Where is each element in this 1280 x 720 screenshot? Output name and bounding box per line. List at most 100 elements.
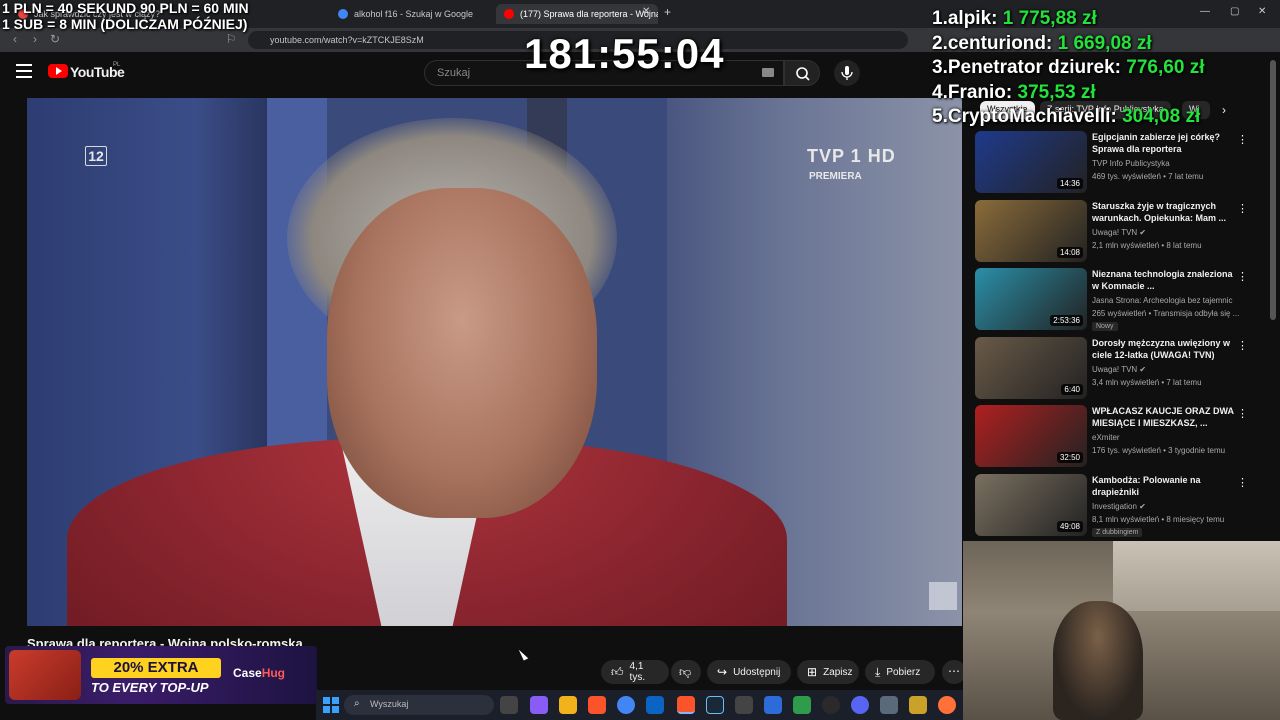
tab-label: (177) Sprawa dla reportera - Wojna polsk… [520,9,658,19]
recommended-channel[interactable]: Uwaga! TVN ✔ [1092,228,1146,237]
pricing-line-1: 1 PLN = 40 SEKUND 90 PLN = 60 MIN [2,0,249,16]
search-button[interactable] [784,60,820,86]
recommended-channel[interactable]: eXmiter [1092,433,1120,442]
settings-gear-icon[interactable] [880,696,898,714]
tvp-logo: TVP 1 HD [807,146,896,166]
ad-extra-label: 20% EXTRA [91,658,221,678]
bookmark-icon[interactable]: ⚐ [224,32,238,46]
youtube-favicon-icon [504,9,514,19]
leaderboard-entry: 4.Franio: 375,53 zł [932,82,1280,107]
more-options-icon[interactable]: ⋮ [1237,407,1248,420]
firefox-icon[interactable] [938,696,956,714]
recommended-title[interactable]: WPŁACASZ KAUCJE ORAZ DWA MIESIĄCE I MIES… [1092,405,1242,429]
recommended-badge: Z dubbingiem [1092,527,1143,537]
more-options-icon[interactable]: ⋮ [1237,270,1248,283]
leaderboard-amount: 304,08 zł [1122,106,1201,127]
recommended-video[interactable]: 6:40 Dorosły mężczyzna uwięziony w ciele … [975,336,1270,401]
recommended-channel[interactable]: Jasna Strona: Archeologia bez tajemnic [1092,296,1233,305]
ad-topup-label: TO EVERY TOP-UP [91,680,209,695]
notepad-icon[interactable] [735,696,753,714]
recommended-video[interactable]: 49:08 Kambodża: Polowanie na drapieżniki I… [975,473,1270,538]
leaderboard-amount: 1 775,88 zł [1002,8,1097,29]
reload-icon[interactable]: ↻ [48,32,62,46]
video-thumbnail[interactable]: 49:08 [975,473,1087,536]
brave-active-icon[interactable] [677,696,695,714]
taskbar-search-input[interactable]: Wyszukaj [344,695,494,715]
search-icon [796,67,810,81]
recommended-video[interactable]: 14:08 Staruszka żyje w tragicznych warunk… [975,199,1270,264]
recommended-video[interactable]: 14:36 Egipcjanin zabierze jej córkę? Spra… [975,131,1270,195]
recommended-video[interactable]: 32:50 WPŁACASZ KAUCJE ORAZ DWA MIESIĄCE I… [975,405,1270,469]
share-label: Udostępnij [733,666,781,678]
close-tab-icon[interactable]: ✕ [642,6,650,17]
more-options-icon[interactable]: ⋮ [1237,133,1248,146]
google-icon [338,9,348,19]
thumbs-up-icon: 👍︎ [611,664,624,679]
recommended-title[interactable]: Dorosły mężczyzna uwięziony w ciele 12-l… [1092,337,1242,361]
recommended-channel[interactable]: Uwaga! TVN ✔ [1092,365,1146,374]
more-options-icon[interactable]: ⋮ [1237,202,1248,215]
sidebar-scrollbar[interactable] [1270,60,1276,320]
more-options-icon[interactable]: ⋮ [1237,476,1248,489]
recommended-title[interactable]: Staruszka żyje w tragicznych warunkach. … [1092,200,1242,224]
recommended-meta: 469 tys. wyświetleń • 7 lat temu [1092,172,1204,181]
leaderboard-name: Franio: [947,81,1013,103]
file-explorer-icon[interactable] [559,696,577,714]
hamburger-menu-icon[interactable] [16,64,32,78]
tab-2[interactable]: alkohol f16 - Szukaj w Google [330,4,490,24]
download-button[interactable]: ⤓ Pobierz [865,660,935,684]
keyboard-icon[interactable] [762,68,774,77]
youtube-logo-icon[interactable] [48,64,68,78]
app-green-icon[interactable] [793,696,811,714]
duration-badge: 14:36 [1056,178,1083,189]
discord-icon[interactable] [851,696,869,714]
leaderboard-amount: 375,53 zł [1017,81,1096,103]
like-button[interactable]: 👍︎ 4,1 tys. [601,660,669,684]
league-icon[interactable] [909,696,927,714]
video-thumbnail[interactable]: 2:53:36 [975,268,1087,330]
video-thumbnail[interactable]: 14:36 [975,131,1087,193]
leaderboard-entry: 2.centuriond: 1 669,08 zł [932,33,1280,58]
voice-search-button[interactable] [834,60,860,86]
leaderboard-entry: 5.CryptoMachiavelli: 304,08 zł [932,106,1280,131]
tab-3-active[interactable]: (177) Sprawa dla reportera - Wojna polsk… [496,4,658,24]
windows-start-icon[interactable] [323,697,339,713]
copilot-icon[interactable] [530,696,548,714]
recommended-meta: 176 tys. wyświetleń • 3 tygodnie temu [1092,446,1226,455]
chrome-icon[interactable] [617,696,635,714]
video-thumbnail[interactable]: 6:40 [975,336,1087,399]
microphone-icon [841,66,853,80]
more-options-icon[interactable]: ⋮ [1237,339,1248,352]
leaderboard-rank: 3. [932,57,948,78]
leaderboard-rank: 1. [932,8,948,29]
share-button[interactable]: ↪ Udostępnij [707,660,791,684]
obs-icon[interactable] [822,696,840,714]
task-view-icon[interactable] [500,696,518,714]
recommended-title[interactable]: Egipcjanin zabierze jej córkę? Sprawa dl… [1092,131,1242,155]
mouse-cursor-icon [518,647,529,661]
forward-icon[interactable]: › [28,32,42,46]
dislike-button[interactable]: 👎︎ [671,660,701,684]
corner-watermark [929,582,957,610]
video-player[interactable]: 12 TVP 1 HD PREMIERA [27,98,962,626]
brave-icon[interactable] [588,696,606,714]
video-thumbnail[interactable]: 32:50 [975,405,1087,467]
recommended-title[interactable]: Kambodża: Polowanie na drapieżniki [1092,474,1242,498]
recommended-badge: Nowy [1092,322,1118,331]
donation-leaderboard: 1.alpik: 1 775,88 zł 2.centuriond: 1 669,… [932,8,1280,131]
casehug-ad-banner: 20% EXTRA TO EVERY TOP-UP CaseHug [5,646,317,704]
recommended-video[interactable]: 2:53:36 Nieznana technologia znaleziona w… [975,268,1270,332]
video-thumbnail[interactable]: 14:08 [975,199,1087,262]
new-tab-icon[interactable]: + [664,5,671,19]
store-icon[interactable] [646,696,664,714]
tab-label: alkohol f16 - Szukaj w Google [354,9,474,19]
back-icon[interactable]: ‹ [8,32,22,46]
leaderboard-amount: 1 669,08 zł [1057,32,1152,54]
recommended-title[interactable]: Nieznana technologia znaleziona w Komnac… [1092,268,1242,292]
recommended-channel[interactable]: Investigation ✔ [1092,502,1146,511]
calculator-icon[interactable] [764,696,782,714]
save-button[interactable]: ⊞ Zapisz [797,660,859,684]
steam-icon[interactable] [706,696,724,714]
leaderboard-name: centuriond: [947,32,1053,54]
recommended-channel[interactable]: TVP Info Publicystyka [1092,159,1170,168]
